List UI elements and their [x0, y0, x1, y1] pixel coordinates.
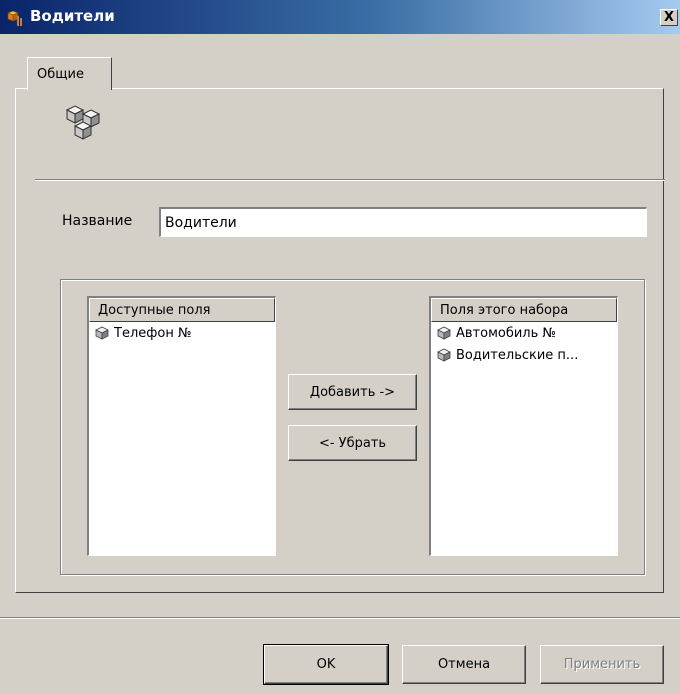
- ok-button[interactable]: OK: [263, 644, 389, 685]
- title-bar: Водители X: [0, 0, 680, 34]
- field-icon: [437, 348, 451, 362]
- close-icon: X: [663, 10, 675, 25]
- tab-general[interactable]: Общие: [27, 57, 112, 90]
- name-label: Название: [62, 213, 133, 229]
- header-divider: [35, 179, 665, 181]
- list-item[interactable]: Телефон №: [89, 322, 275, 344]
- list-item-label: Автомобиль №: [456, 325, 556, 341]
- apply-button[interactable]: Применить: [540, 645, 664, 684]
- app-icon: [7, 10, 22, 26]
- list-item[interactable]: Водительские п...: [431, 344, 617, 366]
- list-item[interactable]: Автомобиль №: [431, 322, 617, 344]
- set-fields-header[interactable]: Поля этого набора: [431, 298, 617, 322]
- list-item-label: Водительские п...: [456, 347, 579, 363]
- footer-divider: [0, 617, 680, 619]
- field-icon: [95, 326, 109, 340]
- close-button[interactable]: X: [660, 9, 678, 26]
- cancel-button[interactable]: Отмена: [402, 645, 526, 684]
- set-fields-list[interactable]: Поля этого набора Автомобиль № Водительс…: [429, 296, 618, 556]
- tab-label: Общие: [37, 67, 84, 82]
- available-fields-list[interactable]: Доступные поля Телефон №: [87, 296, 276, 556]
- remove-button[interactable]: <- Убрать: [288, 425, 417, 461]
- available-fields-header[interactable]: Доступные поля: [89, 298, 275, 322]
- list-item-label: Телефон №: [114, 325, 192, 341]
- window-title: Водители: [30, 7, 115, 25]
- name-input[interactable]: [159, 207, 647, 237]
- field-icon: [437, 326, 451, 340]
- add-button[interactable]: Добавить ->: [288, 374, 417, 410]
- cubes-icon: [65, 105, 101, 140]
